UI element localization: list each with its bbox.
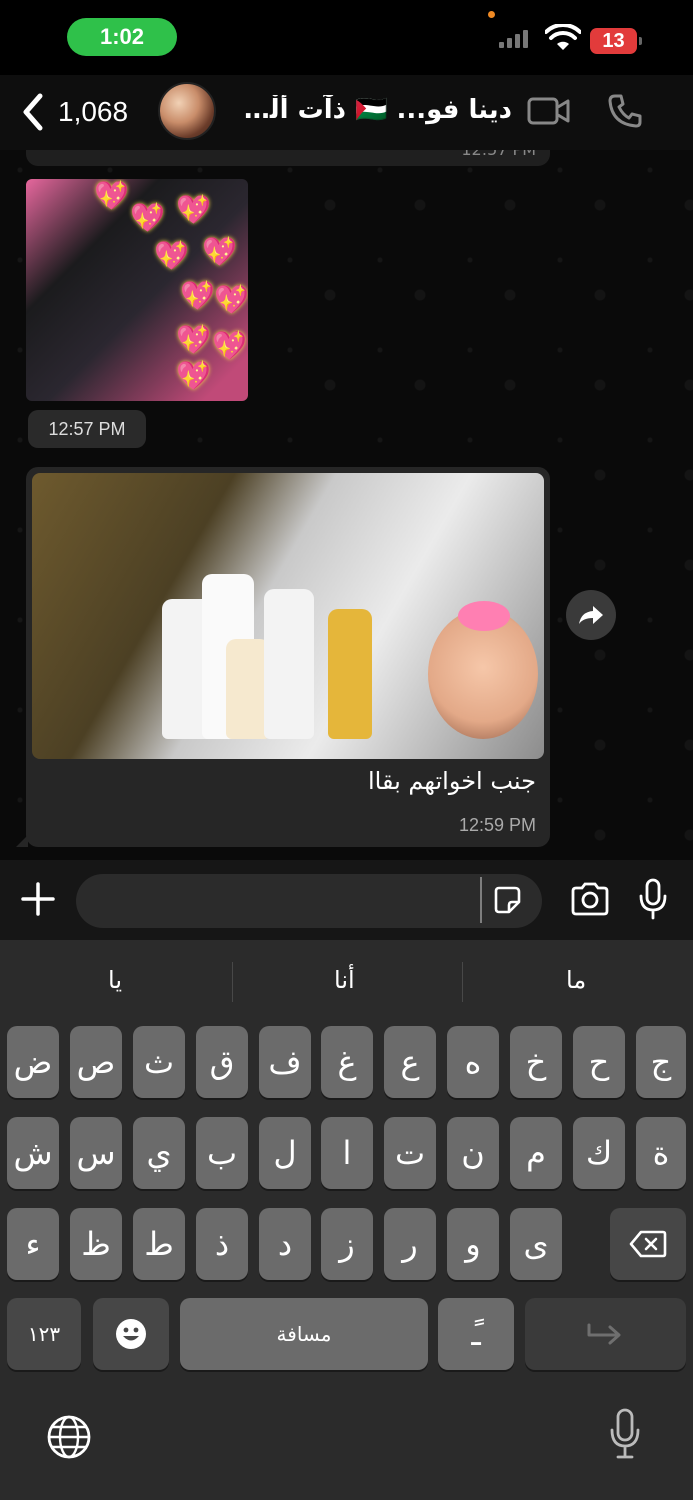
key-lam[interactable]: ل (259, 1117, 311, 1189)
dictation-mic-icon[interactable] (609, 1408, 641, 1460)
key-ya[interactable]: ي (133, 1117, 185, 1189)
status-time[interactable]: 1:02 (67, 18, 177, 56)
suggestion-bar: يا أنا ما (0, 940, 693, 1020)
forward-icon (579, 606, 603, 624)
return-icon (587, 1323, 620, 1345)
key-ta[interactable]: ت (384, 1117, 436, 1189)
caption-timestamp: 12:59 PM (458, 815, 536, 835)
globe-icon[interactable] (46, 1414, 92, 1460)
chat-area[interactable]: 12:57 PM 💖 💖 💖 💖 💖 💖 💖 💖 💖 💖 12:57 PM جن… (0, 150, 693, 860)
prev-message-time: 12:57 PM (26, 150, 550, 166)
key-qaf[interactable]: ق (196, 1026, 248, 1098)
camera-icon[interactable] (570, 882, 610, 916)
key-ha[interactable]: ه (447, 1026, 499, 1098)
key-hha[interactable]: ح (573, 1026, 625, 1098)
key-ta-marbuta[interactable]: ة (636, 1117, 686, 1189)
message-caption: جنب اخواتهم بقاا (368, 767, 536, 795)
key-tha[interactable]: ث (133, 1026, 185, 1098)
image-message-cosmetics[interactable] (32, 473, 544, 759)
key-ra[interactable]: ر (384, 1208, 436, 1280)
contact-avatar[interactable] (158, 82, 216, 140)
delete-icon (629, 1230, 667, 1258)
key-ba[interactable]: ب (196, 1117, 248, 1189)
image-timestamp: 12:57 PM (28, 410, 146, 448)
unread-count[interactable]: 1,068 (58, 96, 128, 128)
status-bar: 1:02 13 (0, 0, 693, 75)
key-mim[interactable]: م (510, 1117, 562, 1189)
key-nun[interactable]: ن (447, 1117, 499, 1189)
battery-icon: 13 (590, 28, 642, 54)
sticker-icon (494, 886, 521, 914)
message-input[interactable] (76, 874, 542, 928)
key-sin[interactable]: س (70, 1117, 122, 1189)
keyboard-bottom-bar (0, 1380, 693, 1500)
key-tah[interactable]: ط (133, 1208, 185, 1280)
numbers-key[interactable]: ١٢٣ (7, 1298, 81, 1370)
space-key[interactable]: مسافة (180, 1298, 428, 1370)
phone-call-icon[interactable] (607, 93, 643, 129)
wifi-icon (545, 24, 581, 50)
key-kaf[interactable]: ك (573, 1117, 625, 1189)
key-waw[interactable]: و (447, 1208, 499, 1280)
key-ghain[interactable]: غ (321, 1026, 373, 1098)
key-dad[interactable]: ض (7, 1026, 59, 1098)
video-call-icon[interactable] (527, 96, 571, 126)
suggestion-2[interactable]: أنا (334, 966, 355, 994)
chat-title[interactable]: دينا فو... 🇵🇸 ذآت ألْخِمآَرْ. (232, 95, 512, 125)
key-alif-maqsura[interactable]: ى (510, 1208, 562, 1280)
suggestion-1[interactable]: يا (108, 966, 122, 994)
microphone-icon[interactable] (638, 878, 668, 920)
key-hamza[interactable]: ء (7, 1208, 59, 1280)
return-key[interactable] (525, 1298, 686, 1370)
sticker-button[interactable] (480, 877, 522, 923)
forward-button[interactable] (566, 590, 616, 640)
key-jim[interactable]: ج (636, 1026, 686, 1098)
image-caption-message[interactable]: جنب اخواتهم بقاا 12:59 PM (16, 467, 550, 847)
privacy-indicator (488, 11, 495, 18)
key-shin[interactable]: ش (7, 1117, 59, 1189)
key-ain[interactable]: ع (384, 1026, 436, 1098)
emoji-icon (116, 1319, 146, 1349)
cellular-signal-icon (499, 30, 528, 48)
key-kha[interactable]: خ (510, 1026, 562, 1098)
key-fa[interactable]: ف (259, 1026, 311, 1098)
key-zay[interactable]: ز (321, 1208, 373, 1280)
image-message-hearts[interactable]: 💖 💖 💖 💖 💖 💖 💖 💖 💖 💖 (26, 179, 248, 401)
key-dhal[interactable]: ذ (196, 1208, 248, 1280)
emoji-key[interactable] (93, 1298, 169, 1370)
suggestion-3[interactable]: ما (566, 966, 586, 994)
back-chevron-icon[interactable] (20, 92, 46, 132)
key-dal[interactable]: د (259, 1208, 311, 1280)
pink-bow (458, 601, 510, 631)
diacritic-key[interactable]: ًـ (438, 1298, 514, 1370)
attach-plus-icon[interactable] (20, 881, 56, 917)
key-sad[interactable]: ص (70, 1026, 122, 1098)
delete-key[interactable] (610, 1208, 686, 1280)
key-alif[interactable]: ا (321, 1117, 373, 1189)
key-dha[interactable]: ظ (70, 1208, 122, 1280)
